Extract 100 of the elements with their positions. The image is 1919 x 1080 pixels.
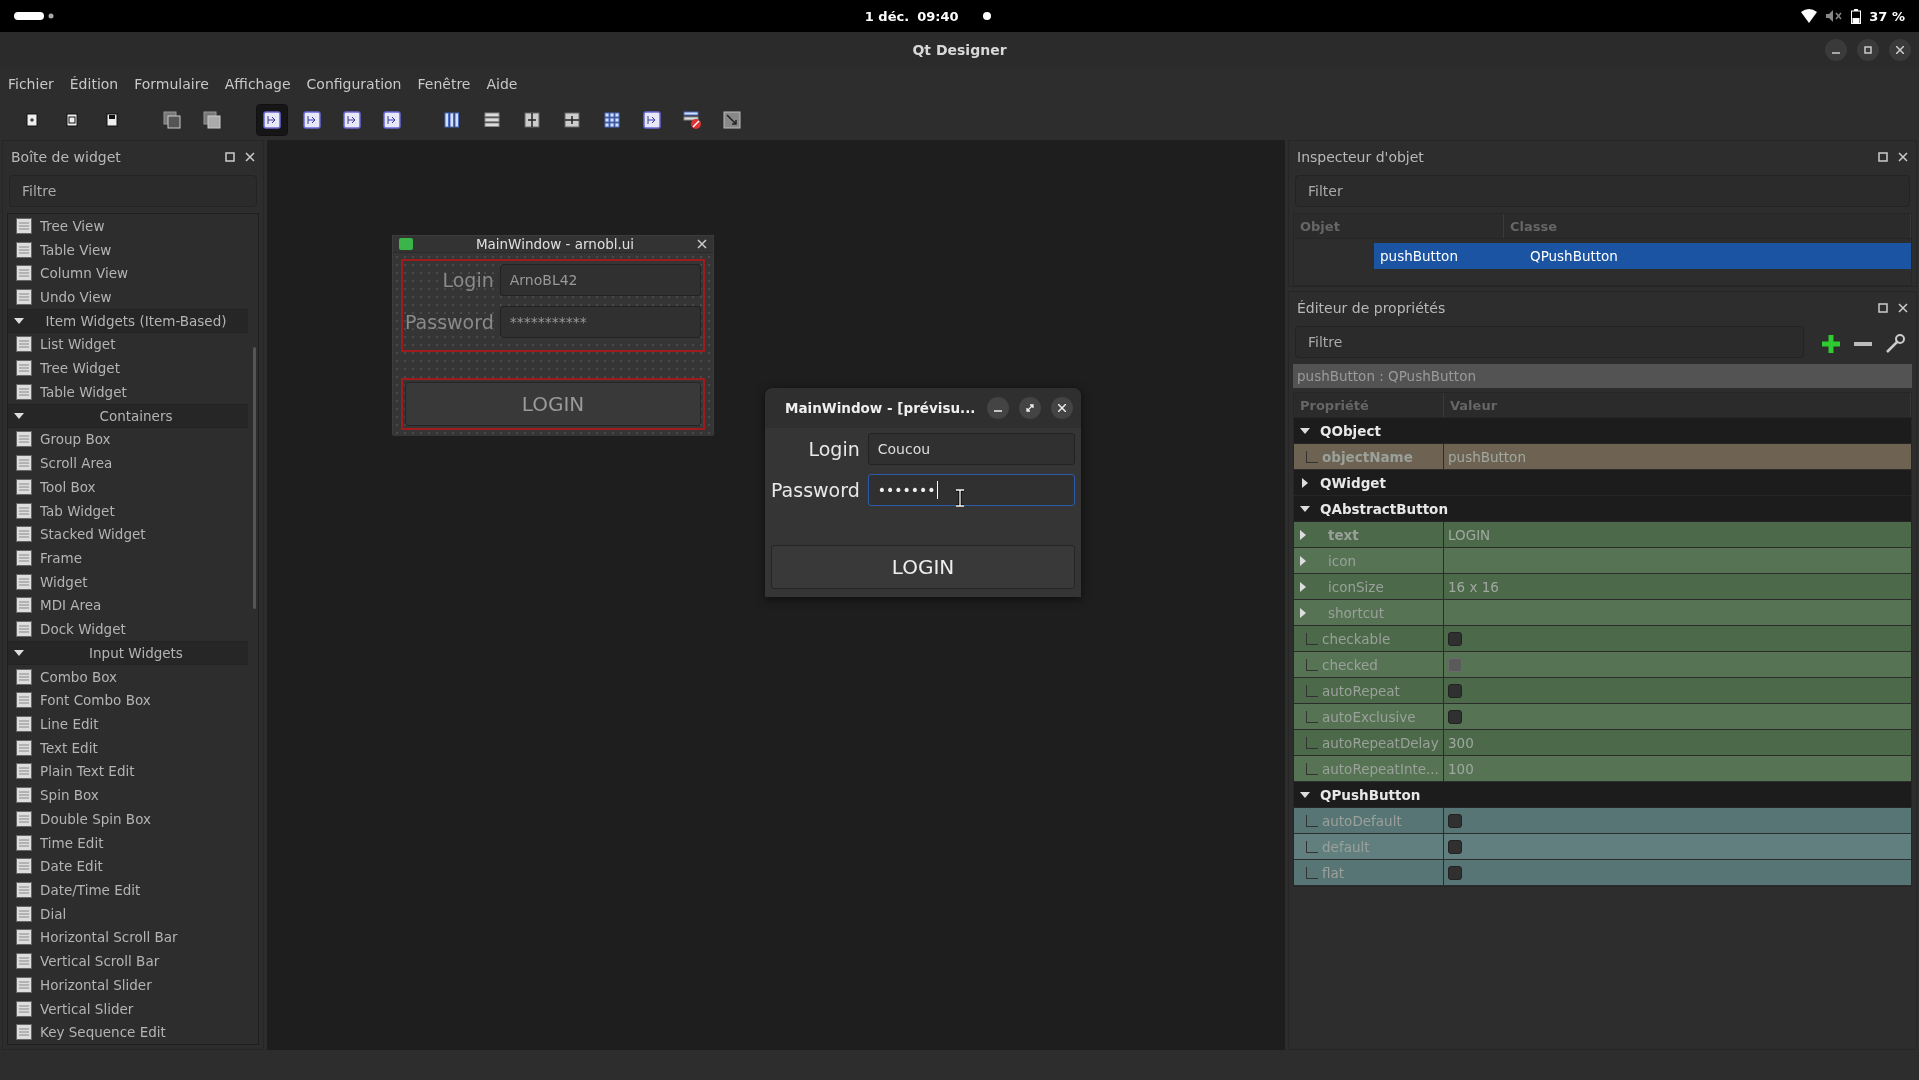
- property-group[interactable]: QAbstractButton: [1294, 496, 1911, 522]
- menu-item[interactable]: Formulaire: [128, 71, 215, 96]
- float-button[interactable]: [1878, 303, 1888, 313]
- widget-icon: [16, 834, 32, 851]
- widget-item[interactable]: Font Combo Box: [40, 692, 151, 709]
- widget-icon: [16, 882, 32, 899]
- widget-item[interactable]: Tab Widget: [40, 502, 115, 519]
- checkbox[interactable]: [1448, 865, 1462, 880]
- maximize-icon: [1864, 46, 1872, 54]
- widget-item[interactable]: Date Edit: [40, 858, 103, 875]
- login-field[interactable]: ArnoBL42: [499, 264, 701, 296]
- menu-item[interactable]: Aide: [480, 71, 524, 96]
- widget-item[interactable]: Table Widget: [40, 383, 127, 400]
- widget-item[interactable]: Horizontal Scroll Bar: [40, 929, 178, 946]
- caret-icon[interactable]: [1300, 503, 1310, 514]
- widget-icon: [16, 360, 32, 377]
- maximize-button[interactable]: [1019, 397, 1041, 419]
- caret-icon[interactable]: [14, 315, 24, 326]
- widget-item[interactable]: Line Edit: [40, 716, 99, 732]
- login-button[interactable]: LOGIN: [405, 382, 701, 426]
- checkbox[interactable]: [1448, 813, 1462, 828]
- category-header[interactable]: Containers: [8, 403, 248, 428]
- widget-item[interactable]: Combo Box: [40, 668, 118, 685]
- float-button[interactable]: [225, 152, 235, 162]
- close-button[interactable]: [1898, 303, 1908, 313]
- widget-item[interactable]: Stacked Widget: [40, 526, 146, 543]
- wifi-icon[interactable]: [1801, 9, 1818, 23]
- battery-icon[interactable]: [1851, 8, 1862, 24]
- add-icon[interactable]: [1820, 333, 1842, 355]
- checkbox[interactable]: [1448, 683, 1462, 698]
- property-group[interactable]: QPushButton: [1294, 782, 1911, 808]
- float-button[interactable]: [1878, 152, 1888, 162]
- widget-item[interactable]: Dial: [40, 905, 67, 922]
- field-label: Login: [441, 269, 494, 291]
- close-icon[interactable]: [697, 239, 707, 249]
- object-row[interactable]: pushButton QPushButton: [1374, 243, 1911, 269]
- widget-item[interactable]: Time Edit: [40, 834, 104, 851]
- caret-icon[interactable]: [1300, 425, 1310, 436]
- filter-field[interactable]: Filter: [1295, 175, 1910, 207]
- widget-item[interactable]: Frame: [40, 549, 83, 566]
- widget-item[interactable]: List Widget: [40, 336, 116, 353]
- close-button[interactable]: [1898, 152, 1908, 162]
- expand-icon[interactable]: [1298, 529, 1308, 540]
- widget-item[interactable]: Horizontal Slider: [40, 976, 152, 993]
- property-group[interactable]: QWidget: [1294, 470, 1911, 496]
- widget-item[interactable]: Tree View: [40, 217, 105, 234]
- menu-item[interactable]: Fenêtre: [411, 71, 477, 96]
- caret-icon[interactable]: [14, 647, 24, 658]
- expand-icon[interactable]: [1298, 607, 1308, 618]
- scrollbar[interactable]: [253, 347, 256, 609]
- widget-item[interactable]: Key Sequence Edit: [40, 1024, 166, 1041]
- widget-item[interactable]: Tool Box: [40, 478, 96, 495]
- widget-item[interactable]: Table View: [40, 241, 112, 258]
- checkbox[interactable]: [1448, 709, 1462, 724]
- caret-icon[interactable]: [14, 410, 24, 421]
- checkbox[interactable]: [1448, 839, 1462, 854]
- caret-icon[interactable]: [1300, 789, 1310, 800]
- widget-item[interactable]: Tree Widget: [40, 360, 120, 377]
- property-group[interactable]: QObject: [1294, 418, 1911, 444]
- caret-icon[interactable]: [1300, 477, 1310, 488]
- widget-item[interactable]: Plain Text Edit: [40, 763, 135, 780]
- widget-item[interactable]: Widget: [40, 573, 88, 590]
- widget-edit-icon[interactable]: [256, 104, 288, 136]
- close-button[interactable]: [1051, 397, 1073, 419]
- category-header[interactable]: Item Widgets (Item-Based): [8, 308, 248, 333]
- filter-field[interactable]: Filtre: [1295, 326, 1804, 358]
- password-field[interactable]: ***********: [499, 306, 701, 338]
- widget-item[interactable]: Double Spin Box: [40, 810, 151, 827]
- widget-item[interactable]: Column View: [40, 265, 129, 282]
- minimize-button[interactable]: [987, 397, 1009, 419]
- expand-icon[interactable]: [1298, 581, 1308, 592]
- category-header[interactable]: Input Widgets: [8, 640, 248, 665]
- activities-icon[interactable]: [14, 11, 54, 21]
- close-button[interactable]: [245, 152, 255, 162]
- expand-icon[interactable]: [1298, 555, 1308, 566]
- menu-item[interactable]: Fichier: [2, 71, 60, 96]
- menu-item[interactable]: Affichage: [218, 71, 297, 96]
- widget-item[interactable]: Text Edit: [40, 739, 98, 756]
- object-name: pushButton: [1379, 247, 1459, 266]
- widget-item[interactable]: Group Box: [40, 431, 111, 448]
- menu-item[interactable]: Édition: [63, 71, 125, 96]
- widget-item[interactable]: Date/Time Edit: [40, 882, 141, 899]
- close-button[interactable]: [1889, 39, 1911, 61]
- password-field[interactable]: •••••••: [867, 474, 1075, 506]
- muted-speaker-icon[interactable]: [1825, 9, 1844, 23]
- login-field[interactable]: Coucou: [867, 433, 1075, 465]
- widget-item[interactable]: Vertical Slider: [40, 1000, 134, 1017]
- minimize-button[interactable]: [1825, 39, 1847, 61]
- login-button[interactable]: LOGIN: [771, 545, 1075, 589]
- widget-item[interactable]: Undo View: [40, 289, 112, 305]
- widget-item[interactable]: Spin Box: [40, 787, 99, 804]
- widget-item[interactable]: Dock Widget: [40, 621, 126, 638]
- wrench-icon[interactable]: [1884, 333, 1906, 355]
- widget-item[interactable]: MDI Area: [40, 597, 102, 614]
- maximize-button[interactable]: [1857, 39, 1879, 61]
- widget-item[interactable]: Vertical Scroll Bar: [40, 953, 160, 970]
- widget-item[interactable]: Scroll Area: [40, 455, 113, 472]
- filter-field[interactable]: Filtre: [9, 175, 257, 207]
- menu-item[interactable]: Configuration: [300, 71, 408, 96]
- checkbox[interactable]: [1448, 631, 1462, 646]
